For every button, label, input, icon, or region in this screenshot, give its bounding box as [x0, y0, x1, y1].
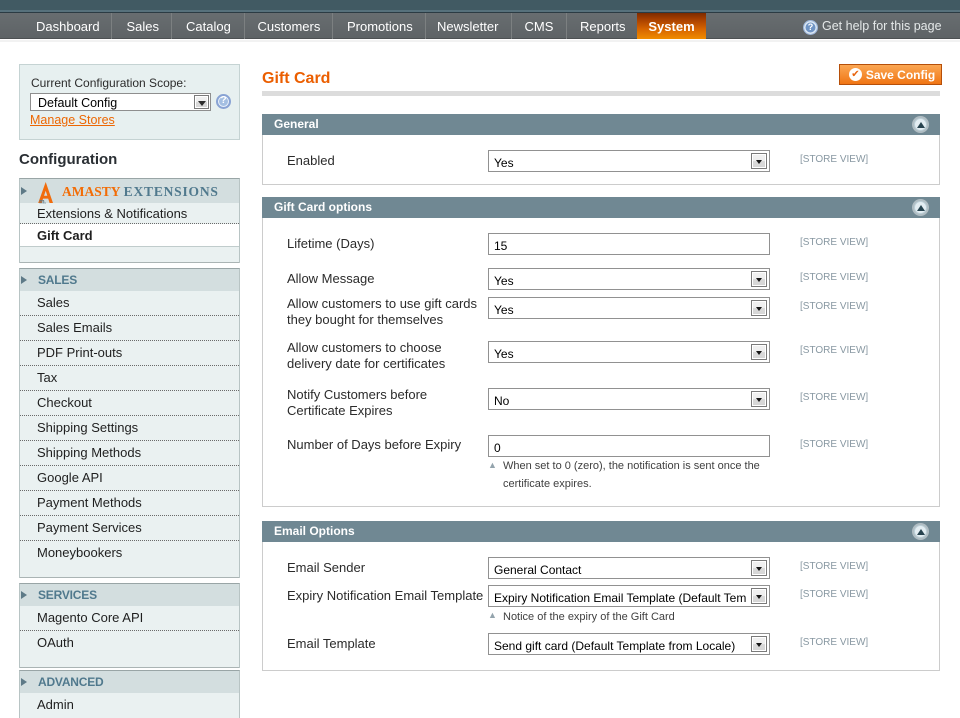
- svg-text:m.: m.: [39, 200, 46, 205]
